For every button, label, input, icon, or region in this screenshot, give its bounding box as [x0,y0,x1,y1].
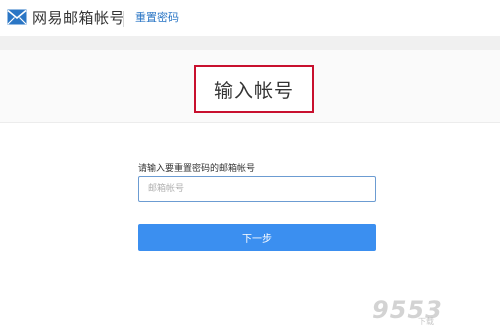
watermark-sub: 下载 [418,317,434,326]
header: 网易邮箱帐号 重置密码 [0,0,500,36]
reset-password-link[interactable]: 重置密码 [135,11,179,25]
mail-envelope-icon[interactable] [7,9,27,25]
next-step-button[interactable]: 下一步 [138,224,376,251]
step-title-box: 输入帐号 [194,65,314,113]
email-field[interactable] [138,176,376,202]
email-field-label: 请输入要重置密码的邮箱帐号 [138,164,256,174]
brand-title[interactable]: 网易邮箱帐号 [32,8,125,28]
step-title: 输入帐号 [213,79,294,102]
header-divider [123,11,124,27]
header-band [0,36,500,50]
